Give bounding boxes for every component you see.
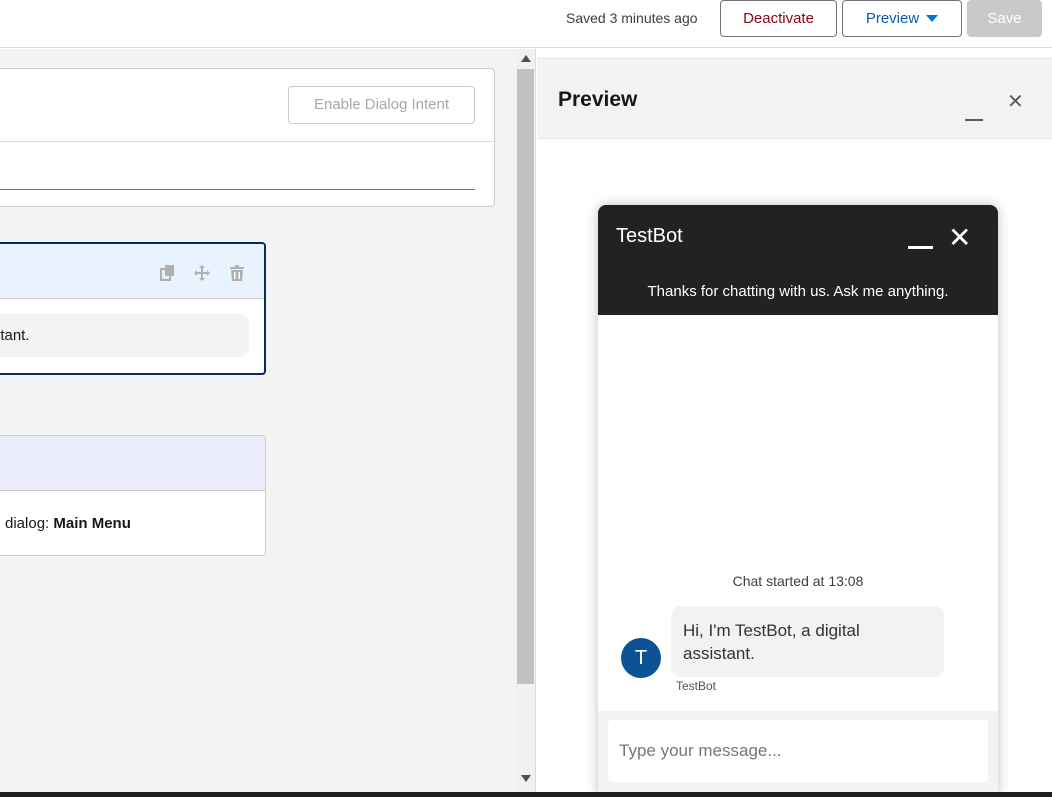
move-icon[interactable] — [193, 264, 211, 282]
redirect-step-header — [0, 436, 265, 491]
chat-footer — [598, 711, 998, 795]
dialog-intent-card: Enable Dialog Intent — [0, 68, 495, 207]
chat-close-icon[interactable]: ✕ — [948, 224, 971, 252]
chat-greeting: Thanks for chatting with us. Ask me anyt… — [647, 283, 949, 300]
deactivate-button[interactable]: Deactivate — [720, 0, 837, 37]
close-panel-icon[interactable]: ✕ — [1007, 92, 1024, 112]
builder-canvas: Enable Dialog Intent sistant. dialog: Ma… — [0, 49, 516, 792]
preview-button[interactable]: Preview — [842, 0, 962, 37]
top-toolbar: Saved 3 minutes ago Deactivate Preview S… — [0, 0, 1052, 48]
saved-status: Saved 3 minutes ago — [566, 10, 698, 26]
enable-dialog-intent-button[interactable]: Enable Dialog Intent — [288, 86, 475, 124]
bottom-edge-bar — [0, 792, 1052, 797]
redirect-prefix: dialog: — [5, 515, 54, 532]
chat-bot-name: TestBot — [616, 225, 683, 247]
scroll-up-arrow-icon[interactable] — [521, 55, 531, 62]
preview-button-label: Preview — [865, 10, 920, 27]
delete-icon[interactable] — [228, 264, 246, 282]
redirect-target: Main Menu — [53, 515, 131, 532]
preview-panel: Preview ✕ TestBot ✕ Thanks for chatting … — [537, 49, 1052, 795]
chat-started-timestamp: Chat started at 13:08 — [732, 573, 864, 589]
bot-avatar: T — [621, 638, 661, 678]
chat-header: TestBot ✕ Thanks for chatting with us. A… — [598, 205, 998, 315]
redirect-step-card[interactable]: dialog: Main Menu — [0, 435, 266, 556]
chat-message-input[interactable] — [608, 720, 988, 782]
bot-message-bubble: Hi, I'm TestBot, a digital assistant. — [671, 606, 944, 677]
canvas-scrollbar[interactable] — [516, 49, 536, 792]
intent-input[interactable] — [0, 189, 475, 190]
chat-widget: TestBot ✕ Thanks for chatting with us. A… — [598, 205, 998, 795]
chat-minimize-icon[interactable] — [908, 233, 933, 249]
save-button[interactable]: Save — [967, 0, 1042, 37]
preview-title: Preview — [558, 88, 638, 111]
bot-sender-label: TestBot — [676, 679, 717, 693]
copy-icon[interactable] — [159, 264, 177, 282]
message-step-header — [0, 244, 264, 299]
scroll-thumb[interactable] — [517, 69, 534, 684]
message-bubble[interactable]: sistant. — [0, 314, 249, 357]
message-step-card[interactable]: sistant. — [0, 242, 266, 375]
chevron-down-icon — [926, 15, 939, 22]
redirect-description: dialog: Main Menu — [5, 515, 131, 532]
card-divider — [0, 141, 494, 142]
minimize-panel-icon[interactable] — [965, 107, 983, 121]
preview-panel-header: Preview ✕ — [537, 58, 1052, 139]
scroll-down-arrow-icon[interactable] — [521, 775, 531, 782]
